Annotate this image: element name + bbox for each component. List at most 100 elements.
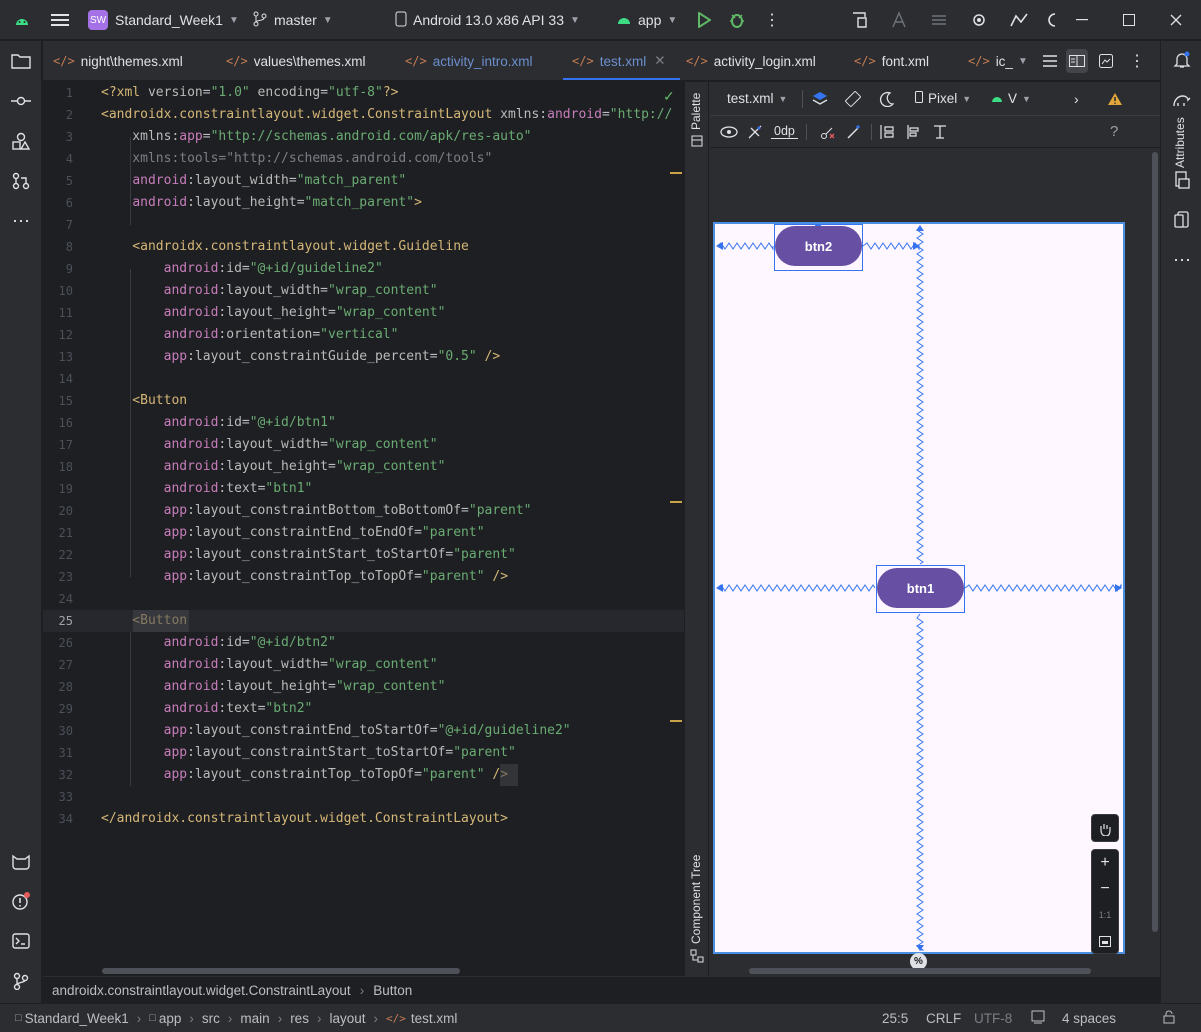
design-surface-icon[interactable] <box>809 88 831 110</box>
line-number[interactable]: 12 <box>43 328 73 342</box>
split-view-icon[interactable] <box>1066 49 1088 73</box>
line-number[interactable]: 20 <box>43 504 73 518</box>
code-line[interactable]: android:text="btn1" <box>101 478 313 500</box>
apply-changes-icon[interactable] <box>888 0 910 40</box>
code-line[interactable]: app:layout_constraintEnd_toStartOf="@+id… <box>101 720 571 742</box>
line-number[interactable]: 13 <box>43 350 73 364</box>
tab-activity-intro[interactable]: </> activity_intro.xml <box>405 41 532 80</box>
code-line[interactable]: android:layout_width="wrap_content" <box>101 654 438 676</box>
status-path-item[interactable]: src <box>202 1011 220 1026</box>
pack-icon[interactable] <box>876 121 898 143</box>
line-number[interactable]: 18 <box>43 460 73 474</box>
toolbar-overflow-icon[interactable]: › <box>1074 91 1079 107</box>
code-line[interactable]: android:id="@+id/guideline2" <box>101 258 383 280</box>
run-config-selector[interactable]: app ▼ <box>617 0 677 40</box>
more-tools-icon[interactable]: ⋯ <box>6 206 36 236</box>
logcat-icon[interactable] <box>6 847 36 877</box>
line-number[interactable]: 7 <box>43 218 73 232</box>
code-line[interactable]: app:layout_constraintBottom_toBottomOf="… <box>101 500 532 522</box>
more-tools-icon[interactable]: ⋯ <box>1169 247 1195 273</box>
code-line[interactable]: android:orientation="vertical" <box>101 324 399 346</box>
gradle-icon[interactable] <box>1169 87 1195 113</box>
status-path-item[interactable]: app <box>159 1011 182 1026</box>
zoom-in-icon[interactable]: + <box>1092 850 1118 876</box>
vcs-branch-switcher[interactable]: master ▼ <box>253 0 333 40</box>
status-path-item[interactable]: Standard_Week1 <box>25 1011 129 1026</box>
code-line[interactable]: app:layout_constraintTop_toTopOf="parent… <box>101 764 508 786</box>
code-line[interactable]: android:layout_width="wrap_content" <box>101 280 438 302</box>
file-encoding[interactable]: UTF-8 <box>974 1011 1012 1026</box>
close-tab-icon[interactable]: ✕ <box>654 53 665 69</box>
line-number[interactable]: 34 <box>43 812 73 826</box>
code-line[interactable]: </androidx.constraintlayout.widget.Const… <box>101 808 508 830</box>
api-level-dropdown[interactable]: V ▼ <box>991 91 1031 106</box>
design-view-icon[interactable] <box>1098 41 1114 81</box>
breadcrumb-item[interactable]: Button <box>373 983 412 998</box>
tab-night-themes[interactable]: </> night\themes.xml <box>53 41 183 80</box>
line-number[interactable]: 26 <box>43 636 73 650</box>
line-number[interactable]: 17 <box>43 438 73 452</box>
tab-test-xml[interactable]: </> test.xml ✕ <box>572 41 666 80</box>
code-line[interactable]: <androidx.constraintlayout.widget.Guidel… <box>101 236 469 258</box>
help-icon[interactable]: ? <box>1110 123 1118 140</box>
warning-icon[interactable] <box>1106 90 1124 108</box>
sync-gradle-icon[interactable] <box>968 0 990 40</box>
line-number[interactable]: 6 <box>43 196 73 210</box>
layout-file-dropdown[interactable]: test.xml ▼ <box>727 91 787 106</box>
code-line[interactable]: android:layout_width="wrap_content" <box>101 434 438 456</box>
read-only-toggle-icon[interactable] <box>1031 1010 1045 1027</box>
status-path-item[interactable]: main <box>240 1011 269 1026</box>
tabs-overflow-chevron-icon[interactable]: ▼ <box>1016 41 1030 81</box>
code-line[interactable]: <androidx.constraintlayout.widget.Constr… <box>101 104 672 126</box>
view-options-icon[interactable] <box>718 121 740 143</box>
main-menu-icon[interactable] <box>48 0 72 40</box>
running-devices-icon[interactable] <box>1169 207 1195 233</box>
status-path-item[interactable]: res <box>290 1011 309 1026</box>
device-selector[interactable]: Android 13.0 x86 API 33 ▼ <box>395 0 580 40</box>
code-line[interactable]: xmlns:tools="http://schemas.android.com/… <box>101 148 492 170</box>
code-view-icon[interactable] <box>1042 41 1058 81</box>
code-line[interactable]: android:layout_width="match_parent" <box>101 170 406 192</box>
line-number[interactable]: 14 <box>43 372 73 386</box>
line-number[interactable]: 21 <box>43 526 73 540</box>
line-number[interactable]: 22 <box>43 548 73 562</box>
terminal-icon[interactable] <box>6 926 36 956</box>
line-number[interactable]: 10 <box>43 284 73 298</box>
device-file-explorer-icon[interactable] <box>1169 167 1195 193</box>
status-path-item[interactable]: layout <box>329 1011 365 1026</box>
design-canvas[interactable]: btn2 btn1 % + − 1:1 <box>710 148 1158 976</box>
component-tree-tab[interactable]: Component Tree <box>689 855 703 944</box>
code-area[interactable]: <?xml version="1.0" encoding="utf-8"?> <a… <box>101 82 684 976</box>
project-tool-icon[interactable] <box>6 46 36 76</box>
tab-font-xml[interactable]: </> font.xml <box>854 41 929 81</box>
attributes-tab[interactable]: Attributes <box>1173 117 1187 168</box>
no-problems-check-icon[interactable]: ✓ <box>663 88 675 105</box>
code-line[interactable]: app:layout_constraintGuide_percent="0.5"… <box>101 346 501 368</box>
project-switcher[interactable]: SW Standard_Week1 ▼ <box>88 0 239 40</box>
apply-code-changes-icon[interactable] <box>928 0 950 40</box>
indent-setting[interactable]: 4 spaces <box>1062 1011 1116 1026</box>
zoom-out-icon[interactable]: − <box>1092 876 1118 902</box>
lock-icon[interactable] <box>1162 1010 1176 1027</box>
line-number[interactable]: 23 <box>43 570 73 584</box>
minimize-icon[interactable] <box>1070 0 1094 40</box>
code-line[interactable]: xmlns:app="http://schemas.android.com/ap… <box>101 126 531 148</box>
notifications-icon[interactable] <box>1169 47 1195 73</box>
code-line[interactable]: <?xml version="1.0" encoding="utf-8"?> <box>101 82 398 104</box>
line-number[interactable]: 1 <box>43 86 73 100</box>
commit-tool-icon[interactable] <box>6 86 36 116</box>
line-number[interactable]: 29 <box>43 702 73 716</box>
align-icon[interactable] <box>903 121 925 143</box>
line-number[interactable]: 8 <box>43 240 73 254</box>
warning-stripe-marker[interactable] <box>670 172 682 174</box>
editor-more-icon[interactable]: ⋮ <box>1129 41 1145 81</box>
device-preview[interactable]: btn2 btn1 <box>713 222 1125 954</box>
orientation-icon[interactable] <box>842 88 864 110</box>
line-number[interactable]: 15 <box>43 394 73 408</box>
line-number[interactable]: 27 <box>43 658 73 672</box>
canvas-horizontal-scrollbar[interactable] <box>749 968 1091 974</box>
palette-tab[interactable]: Palette <box>689 93 703 130</box>
zoom-fit-icon[interactable] <box>1092 928 1118 954</box>
warning-stripe-marker[interactable] <box>670 501 682 503</box>
line-number[interactable]: 11 <box>43 306 73 320</box>
